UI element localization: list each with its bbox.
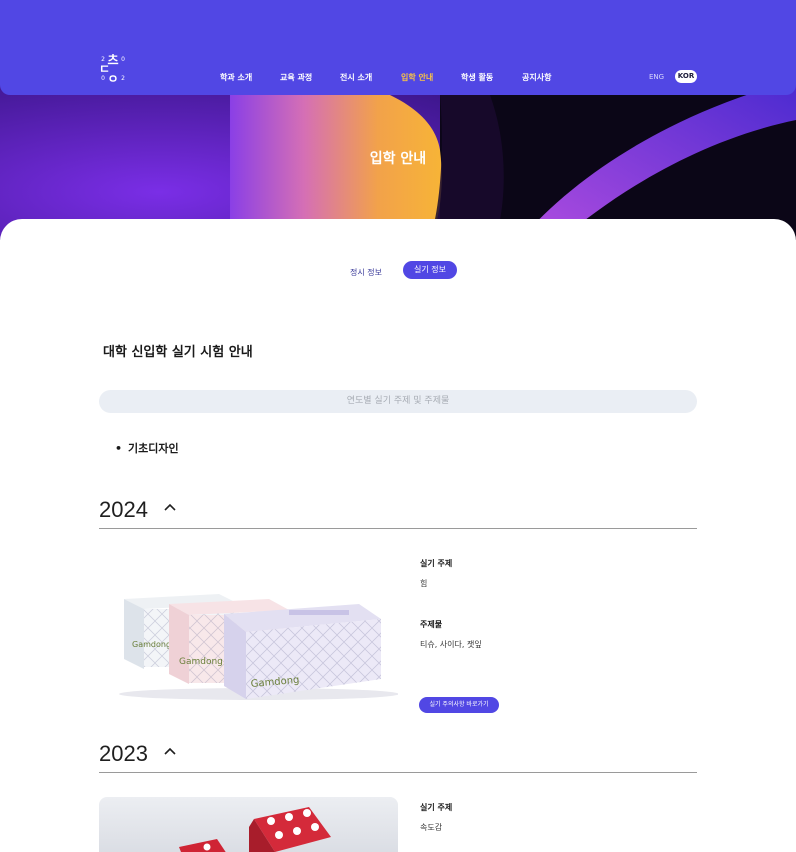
object-label: 주제물 — [420, 620, 443, 629]
content-panel: 정시 정보 실기 정보 대학 신입학 실기 시험 안내 연도별 실기 주제 및 … — [0, 219, 796, 852]
entry-image-red-dice — [99, 797, 398, 852]
year-topic-bar: 연도별 실기 주제 및 주제물 — [99, 390, 697, 413]
topic-value: 속도감 — [420, 823, 443, 832]
section-title: 대학 신입학 실기 시험 안내 — [103, 345, 253, 360]
entry-image-tissue-boxes: Gamdong Gamdong Gamdong — [99, 544, 398, 704]
logo-char: 0 — [121, 56, 125, 63]
category-heading: 기초디자인 — [115, 440, 179, 456]
topic-value: 힘 — [420, 579, 428, 588]
chevron-up-icon — [164, 503, 176, 511]
tab-regular-info[interactable]: 정시 정보 — [340, 264, 392, 282]
topic-label: 실기 주제 — [420, 559, 453, 568]
hero-title: 입학 안내 — [369, 151, 427, 167]
year-accordion-2023[interactable]: 2023 — [99, 735, 697, 773]
lang-eng-button[interactable]: ENG — [649, 73, 664, 81]
exam-notice-button[interactable]: 실기 주의사항 바로가기 — [419, 697, 499, 713]
nav-item-curriculum[interactable]: 교육 과정 — [280, 72, 312, 83]
nav-item-admission[interactable]: 입학 안내 — [401, 72, 433, 83]
nav-item-department[interactable]: 학과 소개 — [220, 72, 252, 83]
brand-text: Gamdong — [179, 657, 223, 667]
lang-kor-button[interactable]: KOR — [675, 70, 697, 83]
year-accordion-2024[interactable]: 2024 — [99, 491, 697, 529]
chevron-up-icon — [164, 747, 176, 755]
year-label: 2024 — [99, 497, 148, 522]
red-dice-image — [99, 797, 398, 852]
brand-text: Gamdong — [132, 640, 171, 649]
object-value: 티슈, 사이다, 잿잎 — [420, 640, 482, 649]
nav-item-notice[interactable]: 공지사항 — [522, 72, 551, 83]
tissue-boxes-image: Gamdong Gamdong Gamdong — [99, 544, 398, 704]
topic-label: 실기 주제 — [420, 803, 453, 812]
year-label: 2023 — [99, 741, 148, 766]
site-header: 2 츠 0 ㄷ 0 ㅇ 2 학과 소개 교육 과정 전시 소개 입학 안내 학생… — [0, 0, 796, 95]
tab-practical-info[interactable]: 실기 정보 — [403, 261, 457, 279]
nav-item-exhibition[interactable]: 전시 소개 — [340, 72, 372, 83]
nav-item-student-activity[interactable]: 학생 활동 — [461, 72, 493, 83]
